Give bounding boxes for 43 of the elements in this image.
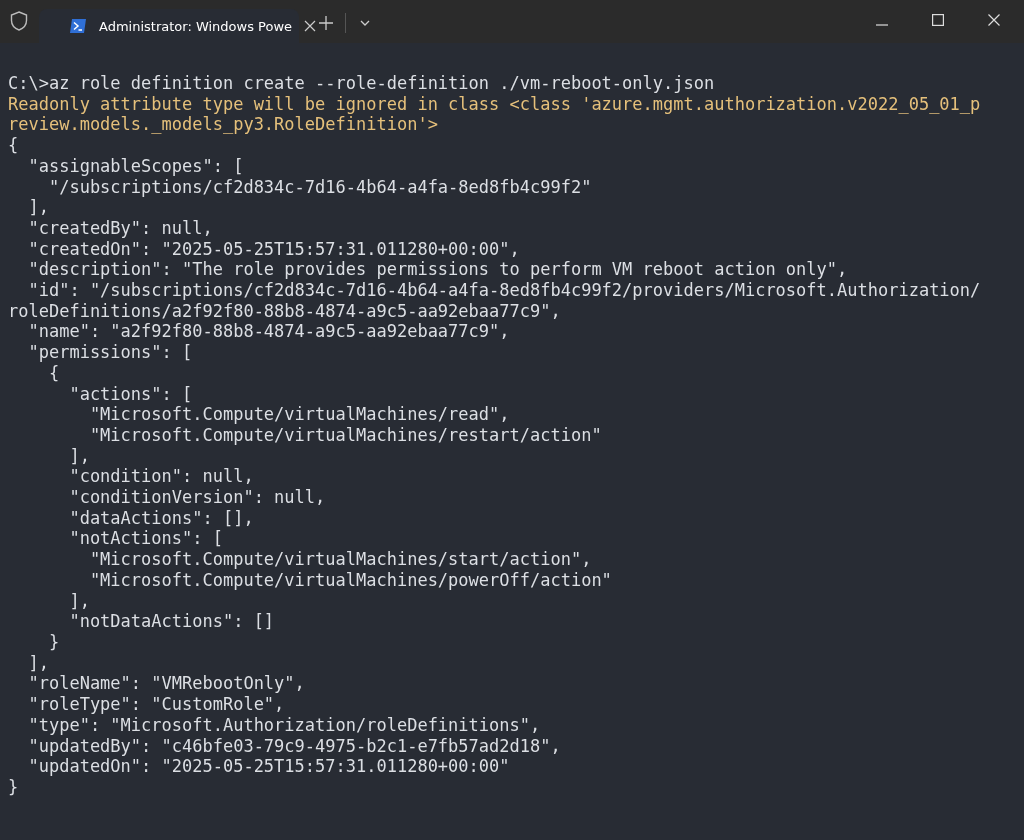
output-line: ], <box>27 197 49 218</box>
output-line: } <box>47 632 60 653</box>
output-line: "name": "a2f92f80-88b8-4874-a9c5-aa92ebaa77c9", <box>27 321 510 343</box>
output-line: "createdBy": null, <box>27 217 213 239</box>
output-line: "description": "The role provides permissions to perform VM reboot action only", <box>27 259 848 281</box>
output-line: "createdOn": "2025-05-25T15:57:31.011280+00:00", <box>27 238 520 260</box>
warning-line: Readonly attribute type will be ignored in class <class 'azure.mgmt.authorization.v2022_05_01_p <box>8 93 981 115</box>
output-line: ], <box>68 590 90 612</box>
output-line: roleDefinitions/a2f92f80-88b8-4874-a9c5-aa92ebaa77c9", <box>8 300 561 322</box>
output-line: { <box>47 362 60 384</box>
output-line: "Microsoft.Compute/virtualMachines/start/action", <box>88 549 592 570</box>
output-line: ], <box>27 652 49 674</box>
output-line: ], <box>68 445 90 467</box>
output-line: "id": "/subscriptions/cf2d834c-7d16-4b64-a4fa-8ed8fb4c99f2/providers/Microsoft.Authorization/ <box>27 280 981 301</box>
output-line: "notDataActions": [] <box>68 611 275 632</box>
output-line: "updatedBy": "c46bfe03-79c9-4975-b2c1-e7fb57ad2d18", <box>27 735 561 757</box>
output-line: { <box>8 135 19 156</box>
output-line: "permissions": [ <box>27 342 193 363</box>
output-line: "actions": [ <box>68 383 193 405</box>
output-line: "updatedOn": "2025-05-25T15:57:31.011280+00:00" <box>27 756 510 777</box>
command-line: C:\>az role definition create --role-definition ./vm-reboot-only.json <box>8 73 715 94</box>
output-line: "condition": null, <box>68 466 254 488</box>
powershell-icon <box>69 18 87 34</box>
output-line: "Microsoft.Compute/virtualMachines/powerOff/action" <box>88 569 612 591</box>
close-tab-icon[interactable] <box>304 20 317 32</box>
output-line: "roleType": "CustomRole", <box>27 694 285 715</box>
close-icon[interactable] <box>988 14 1000 26</box>
output-line: "Microsoft.Compute/virtualMachines/restart/action" <box>88 424 602 446</box>
warning-line: review.models._models_py3.RoleDefinition'> <box>8 114 438 136</box>
output-line: "Microsoft.Compute/virtualMachines/read", <box>88 404 510 425</box>
new-tab-icon[interactable] <box>319 16 333 30</box>
output-line: "notActions": [ <box>68 528 223 550</box>
shield-icon <box>10 11 28 31</box>
output-line: "/subscriptions/cf2d834c-7d16-4b64-a4fa-8ed8fb4c99f2" <box>47 176 592 198</box>
output-line: "assignableScopes": [ <box>27 155 244 177</box>
output-line: "conditionVersion": null, <box>68 487 326 508</box>
output-line: "roleName": "VMRebootOnly", <box>27 673 305 695</box>
tab-title: Administrator: Windows Powe <box>99 18 293 34</box>
output-line: } <box>8 776 19 798</box>
maximize-icon[interactable] <box>932 14 944 26</box>
dropdown-icon[interactable] <box>360 20 370 26</box>
output-line: "dataActions": [], <box>68 507 254 529</box>
output-line: "type": "Microsoft.Authorization/roleDefinitions", <box>27 714 541 736</box>
